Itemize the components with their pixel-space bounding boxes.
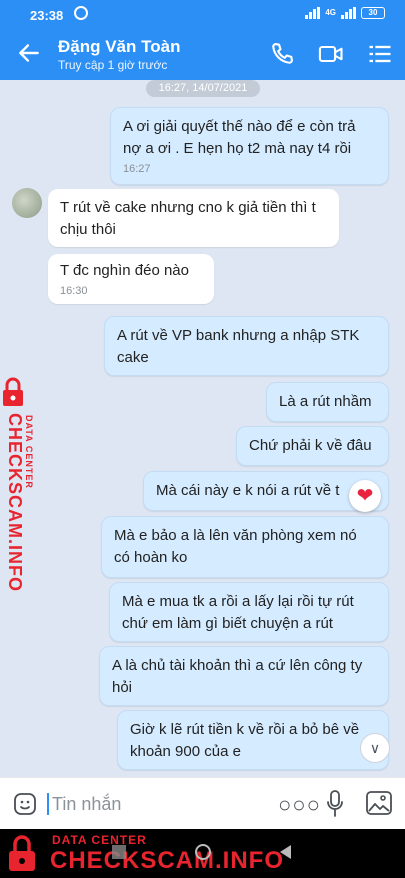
status-time: 23:38 [30, 8, 64, 23]
message-bubble-outgoing[interactable]: Chứ phải k về đâu [236, 426, 389, 466]
contact-name[interactable]: Đặng Văn Toàn [58, 37, 180, 57]
image-icon[interactable] [366, 791, 392, 815]
message-text: Là a rút nhầm [279, 393, 372, 410]
avatar[interactable] [12, 188, 42, 218]
message-bubble-outgoing[interactable]: Mà e bảo a là lên văn phòng xem nó có ho… [101, 516, 389, 578]
message-bubble-outgoing[interactable]: Mà e mua tk a rồi a lấy lại rồi tự rút c… [109, 582, 389, 642]
chevron-down-icon: ∨ [369, 740, 381, 756]
message-bubble-outgoing[interactable]: A ơi giải quyết thế nào để e còn trả nợ … [110, 107, 389, 185]
recent-apps-button[interactable] [112, 845, 126, 859]
message-text: A rút về VP bank nhưng a nhập STK cake [117, 327, 360, 366]
text-cursor [47, 793, 49, 815]
scroll-down-button[interactable]: ∨ [360, 733, 390, 763]
message-text: T đc nghìn đéo nào [60, 262, 189, 279]
watermark-tagline: DATA CENTER [24, 415, 34, 489]
system-navbar: DATA CENTER CHECKSCAM.INFO [0, 829, 405, 878]
message-text: A ơi giải quyết thế nào để e còn trả nợ … [123, 118, 356, 157]
watermark-tagline: DATA CENTER [52, 833, 147, 847]
status-bar: 23:38 4G 30 [0, 0, 405, 28]
message-bubble-outgoing[interactable]: Là a rút nhầm [266, 382, 389, 422]
menu-icon[interactable] [366, 40, 394, 68]
last-seen-status: Truy cập 1 giờ trước [58, 58, 168, 72]
home-button[interactable] [195, 844, 211, 860]
video-call-icon[interactable] [317, 40, 345, 68]
alarm-icon [74, 6, 88, 20]
watermark-brand: CHECKSCAM.INFO [50, 847, 284, 874]
watermark-side: CHECKSCAM.INFO DATA CENTER [0, 375, 40, 592]
network-type: 4G [325, 8, 336, 17]
status-indicators: 4G 30 [305, 7, 385, 19]
message-input[interactable]: Tin nhắn [52, 794, 121, 815]
message-bubble-outgoing[interactable]: A rút về VP bank nhưng a nhập STK cake [104, 316, 389, 376]
mic-icon[interactable] [326, 790, 344, 818]
lock-icon [3, 377, 23, 406]
message-text: Mà e mua tk a rồi a lấy lại rồi tự rút c… [122, 593, 354, 632]
message-bubble-incoming[interactable]: T đc nghìn đéo nào 16:30 [48, 254, 214, 304]
battery-icon: 30 [361, 7, 385, 19]
message-bubble-outgoing[interactable]: Giờ k lẽ rút tiền k về rồi a bỏ bê về kh… [117, 710, 389, 770]
message-time: 16:27 [123, 163, 151, 175]
emoji-icon[interactable] [13, 792, 37, 816]
message-bubble-incoming[interactable]: T rút về cake nhưng cno k giả tiền thì t… [48, 189, 339, 247]
signal-icon-2 [341, 7, 356, 19]
message-input-bar: Tin nhắn ○○○ [0, 777, 405, 829]
message-bubble-outgoing[interactable]: A là chủ tài khoản thì a cứ lên công ty … [99, 646, 389, 706]
back-arrow-icon[interactable] [16, 40, 42, 66]
watermark-brand: CHECKSCAM.INFO [5, 413, 25, 592]
message-text: A là chủ tài khoản thì a cứ lên công ty … [112, 657, 363, 696]
chat-header: Đặng Văn Toàn Truy cập 1 giờ trước [0, 28, 405, 80]
heart-icon[interactable]: ❤ [349, 480, 381, 512]
more-icon[interactable]: ○○○ [278, 792, 321, 818]
message-text: T rút về cake nhưng cno k giả tiền thì t… [60, 199, 316, 238]
message-text: Chứ phải k về đâu [249, 437, 372, 454]
phone-icon[interactable] [268, 40, 296, 68]
back-nav-icon[interactable] [278, 844, 292, 860]
message-time: 16:30 [60, 285, 88, 297]
signal-icon [305, 7, 321, 19]
date-separator: 16:27, 14/07/2021 [146, 80, 260, 97]
message-text: Mà cái này e k nói a rút về t [156, 482, 340, 499]
message-text: Mà e bảo a là lên văn phòng xem nó có ho… [114, 527, 357, 566]
lock-icon [9, 835, 35, 871]
message-text: Giờ k lẽ rút tiền k về rồi a bỏ bê về kh… [130, 721, 360, 760]
message-list[interactable]: 16:27, 14/07/2021 A ơi giải quyết thế nà… [0, 80, 405, 777]
